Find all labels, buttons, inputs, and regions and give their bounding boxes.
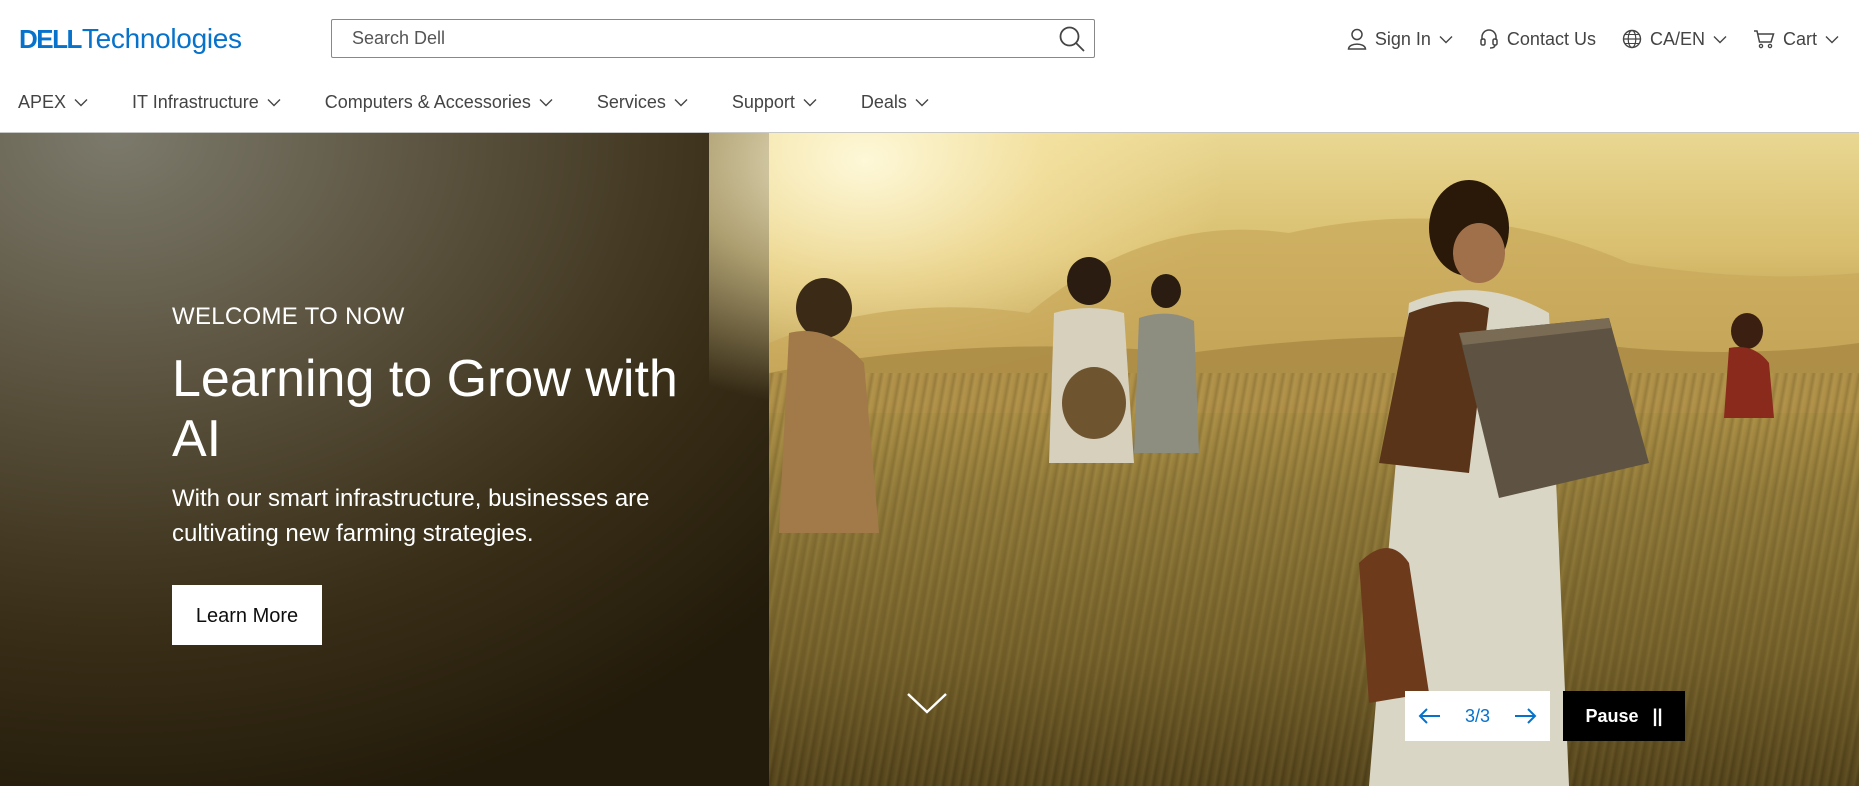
nav-item-label: Computers & Accessories [324,91,531,112]
cart-icon [1753,30,1775,49]
user-icon [1347,28,1367,50]
nav-item-label: Services [596,91,666,112]
hero-copy: WELCOME TO NOW Learning to Grow with AI … [172,303,712,645]
hero-subhead: With our smart infrastructure, businesse… [172,485,650,547]
headset-icon [1480,29,1498,49]
chevron-down-icon [803,98,817,106]
nav-item-support[interactable]: Support [732,92,817,113]
arrow-left-icon [1418,708,1440,724]
pause-label: Pause [1585,705,1639,726]
nav-item-computers-accessories[interactable]: Computers & Accessories [325,92,553,113]
nav-item-services[interactable]: Services [597,92,688,113]
logo-dell-wordmark: DELL [19,23,82,54]
learn-more-button[interactable]: Learn More [172,585,322,645]
dell-logo[interactable]: DELL Technologies [19,20,242,58]
nav-item-apex[interactable]: APEX [18,92,88,113]
search-input[interactable] [332,20,1062,57]
nav-item-it-infrastructure[interactable]: IT Infrastructure [132,92,281,113]
utility-bar: Sign In Contact Us CA/EN Cart [1347,22,1839,56]
chevron-down-icon [674,98,688,106]
cart-menu[interactable]: Cart [1753,29,1839,50]
chevron-down-icon [74,98,88,106]
contact-us-link[interactable]: Contact Us [1479,28,1596,50]
locale-selector[interactable]: CA/EN [1622,29,1727,50]
contact-us-label: Contact Us [1506,28,1596,49]
globe-icon [1622,29,1642,49]
locale-label: CA/EN [1649,28,1705,49]
nav-item-label: IT Infrastructure [132,91,259,112]
scroll-down-indicator[interactable] [905,690,949,716]
hero-eyebrow: WELCOME TO NOW [172,303,405,330]
nav-item-label: APEX [18,91,67,112]
search-icon [1059,26,1085,52]
hero-image [709,133,1859,786]
chevron-down-icon [1713,35,1727,43]
carousel-next-button[interactable] [1511,705,1539,727]
site-header: DELLTechnologies Sign In Contact Us CA/E… [0,0,1859,133]
chevron-down-icon [267,98,281,106]
carousel-pause-button[interactable]: Pause || [1563,691,1685,741]
nav-item-label: Deals [860,91,907,112]
hero-headline: Learning to Grow with AI [172,350,678,468]
sign-in-menu[interactable]: Sign In [1347,28,1453,50]
search-button[interactable] [1058,25,1086,53]
logo-technologies-wordmark: Technologies [81,23,242,54]
pause-icon: || [1652,705,1663,726]
farmers-illustration [779,180,1774,786]
chevron-down-icon [539,98,553,106]
nav-item-deals[interactable]: Deals [861,92,929,113]
hero-carousel: WELCOME TO NOW Learning to Grow with AI … [0,133,1859,786]
search-box [331,19,1095,58]
cart-label: Cart [1782,28,1817,49]
chevron-down-icon [1439,35,1453,43]
slide-counter: 3/3 [1464,705,1490,726]
carousel-prev-button[interactable] [1416,705,1444,727]
chevron-down-icon [915,98,929,106]
arrow-right-icon [1515,708,1537,724]
chevron-down-icon [907,693,947,714]
primary-nav: APEX IT Infrastructure Computers & Acces… [18,85,973,119]
hero-text-panel: WELCOME TO NOW Learning to Grow with AI … [0,133,769,786]
nav-item-label: Support [731,91,795,112]
chevron-down-icon [1825,35,1839,43]
carousel-controls: 3/3 [1405,691,1550,741]
sign-in-label: Sign In [1374,28,1431,49]
